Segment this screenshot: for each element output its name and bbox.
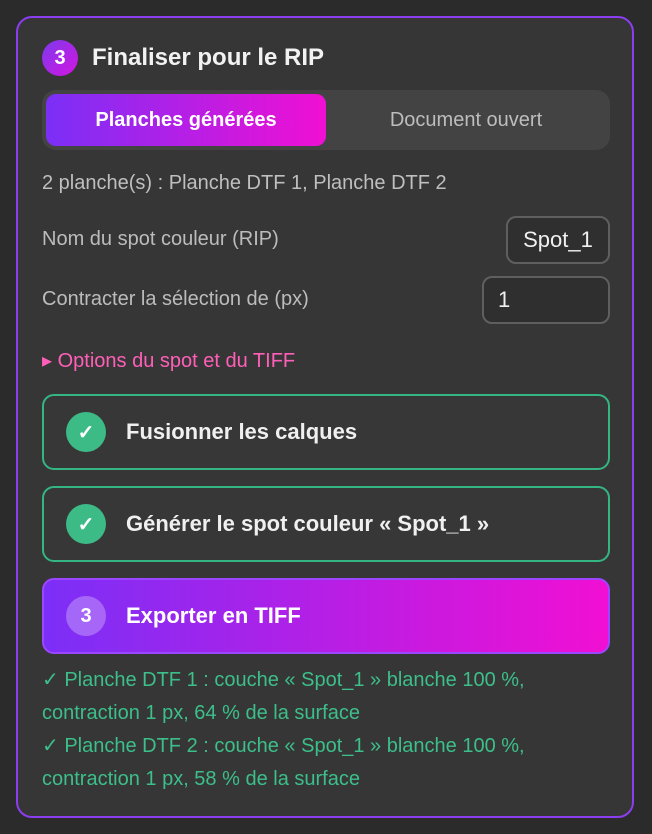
step-number-badge: 3	[66, 596, 106, 636]
export-tiff-label: Exporter en TIFF	[126, 603, 301, 628]
result-line: ✓ Planche DTF 2 : couche « Spot_1 » blan…	[42, 735, 525, 790]
check-icon: ✓	[66, 412, 106, 452]
contract-input[interactable]: 1	[482, 276, 610, 324]
spot-tiff-options-toggle[interactable]: ▸ Options du spot et du TIFF	[42, 348, 295, 373]
contract-label: Contracter la sélection de (px)	[42, 288, 309, 310]
merge-layers-label: Fusionner les calques	[126, 419, 358, 444]
export-results: ✓ Planche DTF 1 : couche « Spot_1 » blan…	[42, 664, 602, 796]
result-line: ✓ Planche DTF 1 : couche « Spot_1 » blan…	[42, 669, 525, 724]
step-number-badge: 3	[42, 40, 78, 76]
sheets-summary: 2 planche(s) : Planche DTF 1, Planche DT…	[42, 172, 447, 194]
check-icon: ✓	[66, 504, 106, 544]
export-tiff-button[interactable]: 3 Exporter en TIFF	[42, 578, 610, 654]
tab-open-document[interactable]: Document ouvert	[326, 94, 606, 146]
tab-generated-sheets[interactable]: Planches générées	[46, 94, 326, 146]
source-tabs: Planches générées Document ouvert	[42, 90, 610, 150]
spot-name-input[interactable]: Spot_1	[506, 216, 610, 264]
panel-header: 3 Finaliser pour le RIP	[42, 40, 324, 76]
finalize-rip-panel: 3 Finaliser pour le RIP Planches générée…	[16, 16, 634, 818]
spot-name-label: Nom du spot couleur (RIP)	[42, 228, 279, 250]
merge-layers-step[interactable]: ✓ Fusionner les calques	[42, 394, 610, 470]
generate-spot-step[interactable]: ✓ Générer le spot couleur « Spot_1 »	[42, 486, 610, 562]
panel-title: Finaliser pour le RIP	[92, 44, 325, 71]
generate-spot-label: Générer le spot couleur « Spot_1 »	[126, 511, 490, 536]
